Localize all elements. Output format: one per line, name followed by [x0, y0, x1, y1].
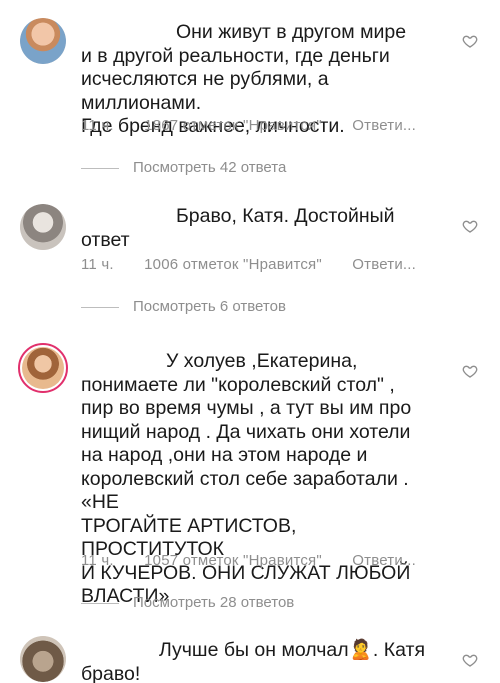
comment-item: Браво, Катя. Достойный ответ 11 ч. 1006 …: [0, 190, 500, 330]
comment-text: У холуев ,Екатерина, понимаете ли "корол…: [81, 350, 412, 607]
like-count[interactable]: 1867 отметок "Нравится": [144, 117, 322, 134]
comment-text: Браво, Катя. Достойный ответ: [81, 205, 395, 251]
comment-meta: 11 ч. 1867 отметок "Нравится" Ответи...: [81, 117, 416, 134]
comment-item: У холуев ,Екатерина, понимаете ли "корол…: [0, 335, 500, 615]
heart-outline-icon[interactable]: [462, 363, 478, 379]
avatar[interactable]: [20, 18, 66, 64]
reply-link[interactable]: Ответи...: [352, 117, 416, 134]
like-count[interactable]: 1006 отметок "Нравится": [144, 256, 322, 273]
view-replies-label[interactable]: Посмотреть 28 ответов: [133, 594, 294, 611]
comment-item: Они живут в другом мире и в другой реаль…: [0, 0, 500, 176]
replies-divider: [81, 306, 119, 308]
heart-outline-icon[interactable]: [462, 33, 478, 49]
heart-outline-icon[interactable]: [462, 652, 478, 668]
view-replies-link[interactable]: Посмотреть 42 ответа: [81, 159, 286, 176]
reply-link[interactable]: Ответи...: [352, 256, 416, 273]
avatar[interactable]: [20, 636, 66, 682]
comment-item: Лучше бы он молчал🙎. Катя браво!: [0, 630, 500, 683]
avatar[interactable]: [18, 343, 68, 393]
avatar[interactable]: [20, 204, 66, 250]
comment-time: 11 ч.: [81, 552, 114, 569]
heart-outline-icon[interactable]: [462, 218, 478, 234]
comment-meta: 11 ч. 1057 отметок "Нравится" Ответи...: [81, 552, 416, 569]
view-replies-label[interactable]: Посмотреть 42 ответа: [133, 159, 286, 176]
comment-text: Лучше бы он молчал🙎. Катя браво!: [81, 639, 426, 683]
comment-meta: 11 ч. 1006 отметок "Нравится" Ответи...: [81, 256, 416, 273]
replies-divider: [81, 602, 119, 604]
view-replies-link[interactable]: Посмотреть 28 ответов: [81, 594, 294, 611]
replies-divider: [81, 167, 119, 169]
view-replies-link[interactable]: Посмотреть 6 ответов: [81, 298, 286, 315]
comment-time: 11 ч.: [81, 117, 114, 134]
view-replies-label[interactable]: Посмотреть 6 ответов: [133, 298, 286, 315]
reply-link[interactable]: Ответи...: [352, 552, 416, 569]
like-count[interactable]: 1057 отметок "Нравится": [144, 552, 322, 569]
comment-time: 11 ч.: [81, 256, 114, 273]
